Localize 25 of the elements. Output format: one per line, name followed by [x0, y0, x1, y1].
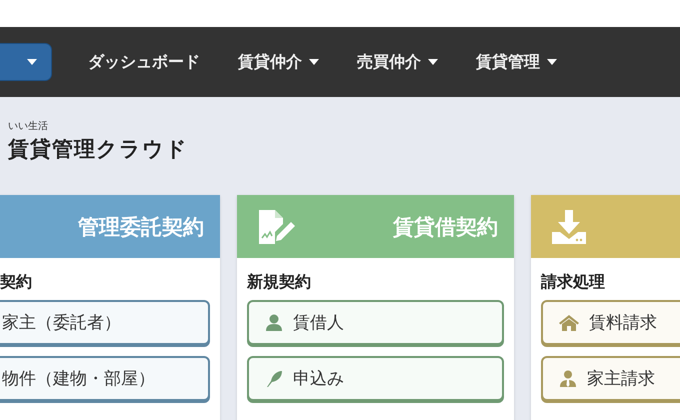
- house-icon: [559, 314, 579, 332]
- action-button[interactable]: 物件（建物・部屋）: [0, 356, 210, 401]
- card-title: 賃貸借契約: [393, 214, 498, 240]
- nav-item[interactable]: 賃貸仲介: [238, 52, 319, 72]
- action-button[interactable]: 賃借人: [247, 300, 504, 345]
- nav-item[interactable]: ダッシュボード: [88, 52, 200, 72]
- action-button[interactable]: 申込み: [247, 356, 504, 401]
- nav-item[interactable]: 賃貸管理: [476, 52, 557, 72]
- section-heading: 新規契約: [247, 272, 312, 293]
- person-icon: [265, 314, 283, 332]
- card-title: 管理委託契約: [78, 214, 204, 240]
- businessman-icon: [559, 370, 577, 388]
- section-heading: 請求処理: [541, 272, 606, 293]
- document-pen-icon: [257, 208, 297, 246]
- action-button[interactable]: 賃料請求: [541, 300, 680, 345]
- brand-subtitle: いい生活: [8, 120, 49, 133]
- section-heading: 契約: [0, 272, 33, 293]
- feather-icon: [265, 370, 283, 388]
- action-button[interactable]: 家主（委託者）: [0, 300, 210, 345]
- download-icon: [551, 208, 587, 246]
- dropdown-button[interactable]: [0, 43, 52, 81]
- brand-title: 賃貸管理クラウド: [8, 136, 189, 163]
- caret-icon: [27, 59, 37, 65]
- nav-item[interactable]: 売買仲介: [357, 52, 438, 72]
- action-button[interactable]: 家主請求: [541, 356, 680, 401]
